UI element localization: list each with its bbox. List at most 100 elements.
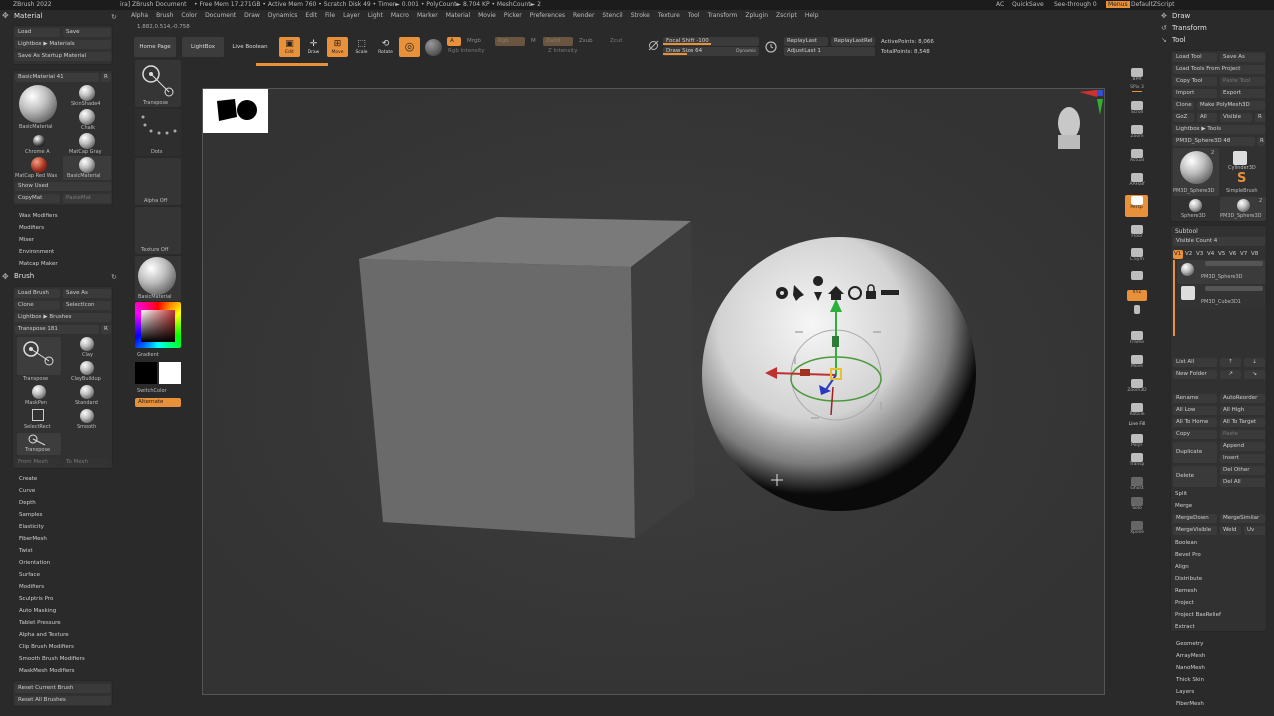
goz-button[interactable]: GoZ — [1173, 113, 1194, 122]
goz-r-button[interactable]: R — [1255, 113, 1265, 122]
xpose-button[interactable]: Xpose — [1127, 520, 1147, 539]
switch-color-button[interactable]: SwitchColor — [137, 388, 167, 394]
brush-sub-create[interactable]: Create — [19, 476, 37, 482]
simplebrush-icon[interactable]: S — [1237, 171, 1246, 186]
a-toggle[interactable]: A — [447, 37, 461, 46]
zoom-button[interactable]: Zoom — [1127, 124, 1147, 143]
vtab-3[interactable]: V3 — [1195, 250, 1205, 259]
brush-sub-tablet-pressure[interactable]: Tablet Pressure — [19, 620, 61, 626]
spix-slider[interactable]: SPix 3 — [1127, 85, 1147, 97]
texture-off-slot[interactable]: Texture Off — [135, 207, 181, 254]
vtab-2[interactable]: V2 — [1184, 250, 1194, 259]
move-button[interactable]: ⊞ Move — [327, 37, 348, 57]
material-current-slider[interactable]: BasicMaterial 41 — [15, 73, 99, 82]
vtab-7[interactable]: V7 — [1239, 250, 1249, 259]
panel-grip-icon[interactable]: ✥ — [2, 11, 12, 21]
floor-button[interactable]: Floor — [1127, 224, 1147, 243]
from-mesh-button[interactable]: From Mesh — [15, 458, 60, 467]
replay-last-button[interactable]: ReplayLast — [784, 37, 828, 46]
brush-sub-orientation[interactable]: Orientation — [19, 560, 50, 566]
brush-header[interactable]: Brush — [14, 272, 34, 280]
menu-transform[interactable]: Transform — [707, 12, 737, 19]
menu-macro[interactable]: Macro — [391, 12, 409, 19]
menu-movie[interactable]: Movie — [478, 12, 496, 19]
brush-sub-depth[interactable]: Depth — [19, 500, 36, 506]
subtool-copy-button[interactable]: Copy — [1173, 430, 1217, 439]
tool-sub-arraymesh[interactable]: ArrayMesh — [1176, 653, 1205, 659]
persp-button[interactable]: Persp — [1125, 195, 1148, 217]
material-header[interactable]: Material — [14, 12, 42, 20]
reset-current-brush-button[interactable]: Reset Current Brush — [15, 684, 111, 693]
tool-lightbox-button[interactable]: Lightbox ▶ Tools — [1173, 125, 1265, 134]
menu-picker[interactable]: Picker — [504, 12, 522, 19]
transform-header[interactable]: Transform — [1172, 24, 1207, 32]
m-toggle[interactable]: M — [528, 37, 540, 46]
dots-stroke-slot[interactable]: Dots — [135, 109, 181, 156]
split-section[interactable]: Split — [1175, 491, 1187, 497]
menu-layer[interactable]: Layer — [343, 12, 360, 19]
load-brush-button[interactable]: Load Brush — [15, 289, 60, 298]
menu-render[interactable]: Render — [573, 12, 594, 19]
menu-edit[interactable]: Edit — [305, 12, 317, 19]
ghost-button[interactable]: Ghost — [1127, 476, 1147, 495]
subtool-sub-boolean[interactable]: Boolean — [1175, 540, 1197, 546]
material-sub-modifiers[interactable]: Modifiers — [19, 225, 44, 231]
del-other-button[interactable]: Del Other — [1220, 466, 1265, 475]
make-polymesh-button[interactable]: Make PolyMesh3D — [1197, 101, 1265, 110]
chrome-a-thumbnail[interactable] — [33, 135, 45, 147]
export-button[interactable]: Export — [1220, 89, 1265, 98]
menus-toggle[interactable]: Menus — [1106, 1, 1130, 8]
material-sphere-icon[interactable] — [425, 39, 442, 56]
lock-button[interactable] — [1127, 270, 1147, 282]
vtab-8[interactable]: V8 — [1250, 250, 1260, 259]
menu-preferences[interactable]: Preferences — [530, 12, 565, 19]
scroll-button[interactable]: Scroll — [1127, 100, 1147, 119]
matcap-gray-thumbnail[interactable] — [79, 133, 95, 149]
goz-all-button[interactable]: All — [1197, 113, 1217, 122]
material-load-button[interactable]: Load — [15, 28, 60, 37]
local-symmetry-button[interactable]: L.Sym — [1127, 247, 1147, 266]
skinshade4-thumbnail[interactable] — [79, 85, 95, 101]
rotate-mode-icons[interactable] — [1127, 304, 1147, 322]
merge-visible-button[interactable]: MergeVisible — [1173, 526, 1217, 535]
merge-down-button[interactable]: MergeDown — [1173, 514, 1217, 523]
subtool-header[interactable]: Subtool — [1175, 228, 1198, 235]
material-sub-environment[interactable]: Environment — [19, 249, 54, 255]
tool-header[interactable]: Tool — [1172, 36, 1186, 44]
rotate-button[interactable]: ⟲ Rotate — [375, 37, 396, 57]
show-used-button[interactable]: Show Used — [15, 182, 111, 191]
xyz-button[interactable]: XYZ — [1127, 290, 1147, 301]
menu-zplugin[interactable]: Zplugin — [745, 12, 768, 19]
del-all-button[interactable]: Del All — [1220, 478, 1265, 487]
menu-file[interactable]: File — [325, 12, 335, 19]
menu-light[interactable]: Light — [368, 12, 383, 19]
tool-sub-thick-skin[interactable]: Thick Skin — [1176, 677, 1204, 683]
brush-sub-modifiers[interactable]: Modifiers — [19, 584, 44, 590]
see-through-slider[interactable]: See-through 0 — [1054, 1, 1097, 8]
lightbox-button[interactable]: LightBox — [182, 37, 224, 57]
all-to-target-button[interactable]: All To Target — [1220, 418, 1265, 427]
canvas-viewport[interactable] — [202, 88, 1105, 695]
weld-button[interactable]: Weld — [1220, 526, 1241, 535]
brush-sub-smooth-brush[interactable]: Smooth Brush Modifiers — [19, 656, 85, 662]
select-icon-button[interactable]: SelectIcon — [63, 301, 111, 310]
paste-mat-button[interactable]: PasteMat — [63, 194, 111, 203]
move-up-button[interactable]: ⇡ — [1220, 358, 1241, 367]
subtool-sub-project-basrelief[interactable]: Project BasRelief — [1175, 612, 1221, 618]
brush-sub-sculptris-pro[interactable]: Sculptris Pro — [19, 596, 53, 602]
draw-size-slider[interactable]: Draw Size 64 Dynamic — [663, 47, 759, 56]
color-picker-square[interactable] — [141, 310, 175, 342]
basic-material-thumbnail[interactable] — [19, 85, 57, 123]
subtool-row[interactable]: PM3D_Sphere3D — [1177, 260, 1265, 284]
brush-sub-curve[interactable]: Curve — [19, 488, 35, 494]
material-r-button[interactable]: R — [101, 73, 111, 82]
rename-button[interactable]: Rename — [1173, 394, 1217, 403]
menu-dynamics[interactable]: Dynamics — [268, 12, 298, 19]
auto-reorder-button[interactable]: AutoReorder — [1220, 394, 1265, 403]
transpose-shelf-slot[interactable]: Transpose — [135, 60, 181, 107]
new-folder-button[interactable]: New Folder — [1173, 370, 1217, 379]
subtool-sub-distribute[interactable]: Distribute — [1175, 576, 1202, 582]
menu-stroke[interactable]: Stroke — [631, 12, 650, 19]
tool-current-slider[interactable]: PM3D_Sphere3D 48 — [1173, 137, 1255, 146]
zcut-toggle[interactable]: Zcut — [607, 37, 629, 46]
